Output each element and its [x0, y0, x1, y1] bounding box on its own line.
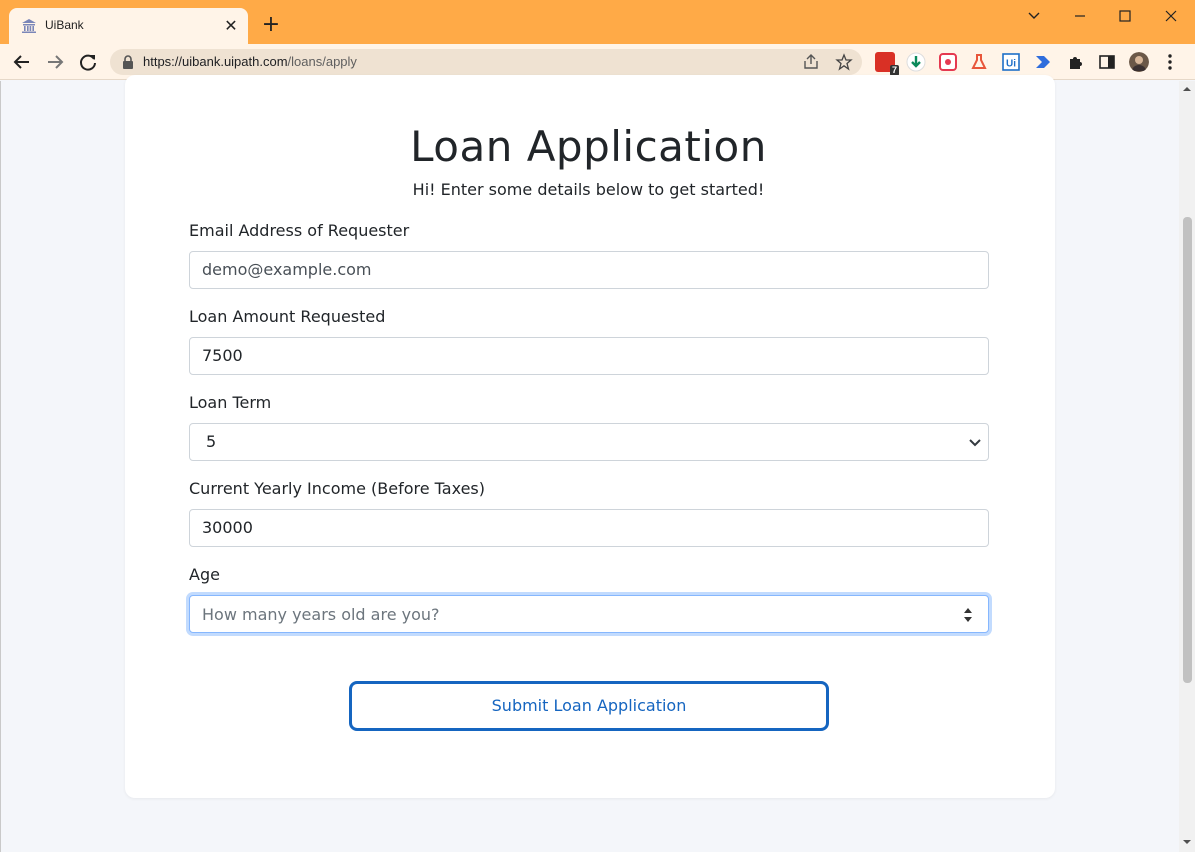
- reload-icon[interactable]: [76, 50, 100, 74]
- submit-loan-application-button[interactable]: Submit Loan Application: [349, 681, 829, 731]
- chevron-down-icon: [969, 439, 981, 447]
- age-input[interactable]: [189, 595, 989, 633]
- scroll-up-icon[interactable]: [1183, 85, 1191, 93]
- email-field[interactable]: demo@example.com: [189, 251, 989, 289]
- extensions-puzzle-icon[interactable]: [1066, 52, 1086, 72]
- scroll-thumb[interactable]: [1183, 217, 1192, 683]
- url-path: /loans/apply: [287, 54, 357, 69]
- lock-icon: [123, 55, 133, 69]
- email-label: Email Address of Requester: [189, 221, 410, 240]
- share-icon[interactable]: [802, 53, 820, 71]
- address-bar[interactable]: https://uibank.uipath.com/loans/apply: [110, 49, 862, 75]
- flask-extension-icon[interactable]: [969, 52, 989, 72]
- quality-extension-icon[interactable]: [938, 52, 958, 72]
- age-label: Age: [189, 565, 220, 584]
- bookmark-star-icon[interactable]: [835, 53, 853, 71]
- yearly-income-field[interactable]: 30000: [189, 509, 989, 547]
- url-text: https://uibank.uipath.com/loans/apply: [143, 54, 357, 69]
- svg-text:Ui: Ui: [1006, 59, 1016, 70]
- browser-titlebar: UiBank ✕ +: [0, 0, 1195, 44]
- extension-red-icon[interactable]: 7: [875, 52, 899, 76]
- forward-arrow-icon[interactable]: [43, 50, 67, 74]
- browser-menu-icon[interactable]: [1160, 52, 1180, 72]
- close-window-icon[interactable]: [1159, 6, 1183, 26]
- close-tab-icon[interactable]: ✕: [222, 17, 240, 35]
- number-spinner-icon[interactable]: [962, 605, 974, 625]
- profile-avatar[interactable]: [1129, 52, 1149, 72]
- power-automate-icon[interactable]: [1033, 52, 1053, 72]
- uipath-extension-icon[interactable]: Ui: [1001, 52, 1021, 72]
- loan-amount-field[interactable]: 7500: [189, 337, 989, 375]
- url-host: https://uibank.uipath.com: [143, 54, 288, 69]
- page-subtitle: Hi! Enter some details below to get star…: [412, 180, 765, 199]
- bank-icon: [22, 19, 36, 33]
- back-arrow-icon[interactable]: [10, 50, 34, 74]
- download-extension-icon[interactable]: [906, 52, 926, 72]
- minimize-icon[interactable]: [1068, 6, 1092, 26]
- browser-tab-uibank[interactable]: UiBank ✕: [9, 8, 248, 44]
- scroll-down-icon[interactable]: [1183, 838, 1191, 846]
- page-title: Loan Application: [410, 122, 767, 171]
- yearly-income-label: Current Yearly Income (Before Taxes): [189, 479, 485, 498]
- tab-title: UiBank: [45, 18, 84, 32]
- loan-term-value: 5: [206, 432, 217, 451]
- new-tab-button[interactable]: +: [260, 14, 282, 36]
- page-scrollbar[interactable]: [1179, 81, 1195, 852]
- side-panel-icon[interactable]: [1097, 52, 1117, 72]
- maximize-icon[interactable]: [1113, 6, 1137, 26]
- loan-term-label: Loan Term: [189, 393, 272, 412]
- tab-search-icon[interactable]: [1022, 6, 1046, 26]
- loan-amount-label: Loan Amount Requested: [189, 307, 386, 326]
- loan-term-select[interactable]: 5: [189, 423, 989, 461]
